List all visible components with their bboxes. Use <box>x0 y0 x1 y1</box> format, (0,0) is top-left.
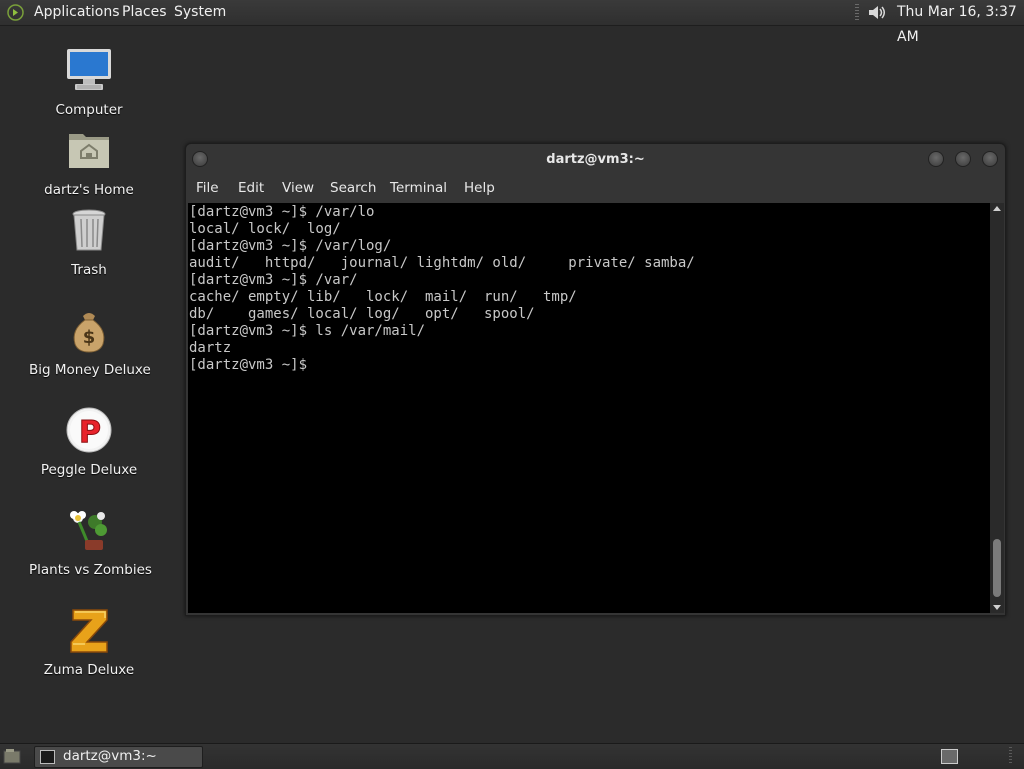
desktop-icon-label: Big Money Deluxe <box>29 362 151 378</box>
desktop-icon-zuma[interactable]: Zuma Deluxe <box>29 606 149 678</box>
window-title: dartz@vm3:~ <box>546 152 645 167</box>
svg-text:P: P <box>79 415 101 450</box>
menu-view[interactable]: View <box>282 180 314 196</box>
computer-icon <box>67 49 111 90</box>
volume-icon[interactable] <box>866 3 888 22</box>
svg-text:$: $ <box>83 327 96 348</box>
desktop-icon-label: Peggle Deluxe <box>40 462 138 478</box>
clock[interactable]: Thu Mar 16, 3:37 AM <box>897 0 1024 45</box>
zuma-icon <box>70 609 108 653</box>
gnome-foot-icon[interactable] <box>7 4 24 21</box>
desktop-icon-plants-zombies[interactable]: Plants vs Zombies <box>29 506 152 578</box>
panel-handle[interactable] <box>855 4 859 21</box>
money-bag-icon: $ <box>73 313 105 353</box>
scroll-down-arrow-icon[interactable] <box>993 605 1001 610</box>
bottom-panel: dartz@vm3:~ <box>0 743 1024 769</box>
menu-help[interactable]: Help <box>464 180 495 196</box>
desktop-icon-computer[interactable]: Computer <box>29 46 149 118</box>
menu-file[interactable]: File <box>196 180 219 196</box>
trash-icon <box>72 209 106 251</box>
top-panel: Applications Places System Thu Mar 16, 3… <box>0 0 1024 45</box>
terminal-icon <box>40 750 55 764</box>
window-titlebar[interactable]: dartz@vm3:~ <box>186 144 1005 174</box>
desktop-icon-trash[interactable]: Trash <box>29 206 149 278</box>
plants-zombies-icon <box>70 511 107 550</box>
workspace-switcher[interactable] <box>941 749 958 764</box>
desktop-icon-label: Plants vs Zombies <box>29 562 152 578</box>
home-folder-icon <box>69 134 109 168</box>
panel-handle[interactable] <box>1009 747 1012 765</box>
desktop-icon-home[interactable]: dartz's Home <box>29 126 149 198</box>
terminal-menubar: File Edit View Search Terminal Help <box>186 176 1005 202</box>
taskbar-terminal-button[interactable]: dartz@vm3:~ <box>34 746 203 768</box>
scroll-up-arrow-icon[interactable] <box>993 206 1001 211</box>
desktop-icon-label: dartz's Home <box>44 182 134 198</box>
taskbar-label: dartz@vm3:~ <box>63 748 157 764</box>
menu-terminal[interactable]: Terminal <box>390 180 447 196</box>
close-button[interactable] <box>982 151 998 167</box>
terminal-text[interactable]: [dartz@vm3 ~]$ /var/lo local/ lock/ log/… <box>189 204 695 374</box>
applications-menu[interactable]: Applications <box>34 0 120 25</box>
menu-edit[interactable]: Edit <box>238 180 264 196</box>
desktop-icon-big-money[interactable]: $ Big Money Deluxe <box>29 306 151 378</box>
desktop-icon-label: Trash <box>71 262 107 278</box>
terminal-window[interactable]: dartz@vm3:~ File Edit View Search Termin… <box>185 143 1006 616</box>
system-menu[interactable]: System <box>174 0 226 25</box>
desktop-icon-peggle[interactable]: P Peggle Deluxe <box>29 406 149 478</box>
show-desktop-icon[interactable] <box>3 748 21 764</box>
terminal-scrollbar[interactable] <box>990 203 1004 613</box>
peggle-icon: P <box>66 407 112 453</box>
menu-search[interactable]: Search <box>330 180 376 196</box>
terminal-output[interactable]: [dartz@vm3 ~]$ /var/lo local/ lock/ log/… <box>188 203 990 613</box>
desktop-icon-label: Zuma Deluxe <box>43 662 135 678</box>
scrollbar-thumb[interactable] <box>993 539 1001 597</box>
maximize-button[interactable] <box>955 151 971 167</box>
minimize-button[interactable] <box>928 151 944 167</box>
desktop-icon-label: Computer <box>55 102 123 118</box>
places-menu[interactable]: Places <box>122 0 167 25</box>
